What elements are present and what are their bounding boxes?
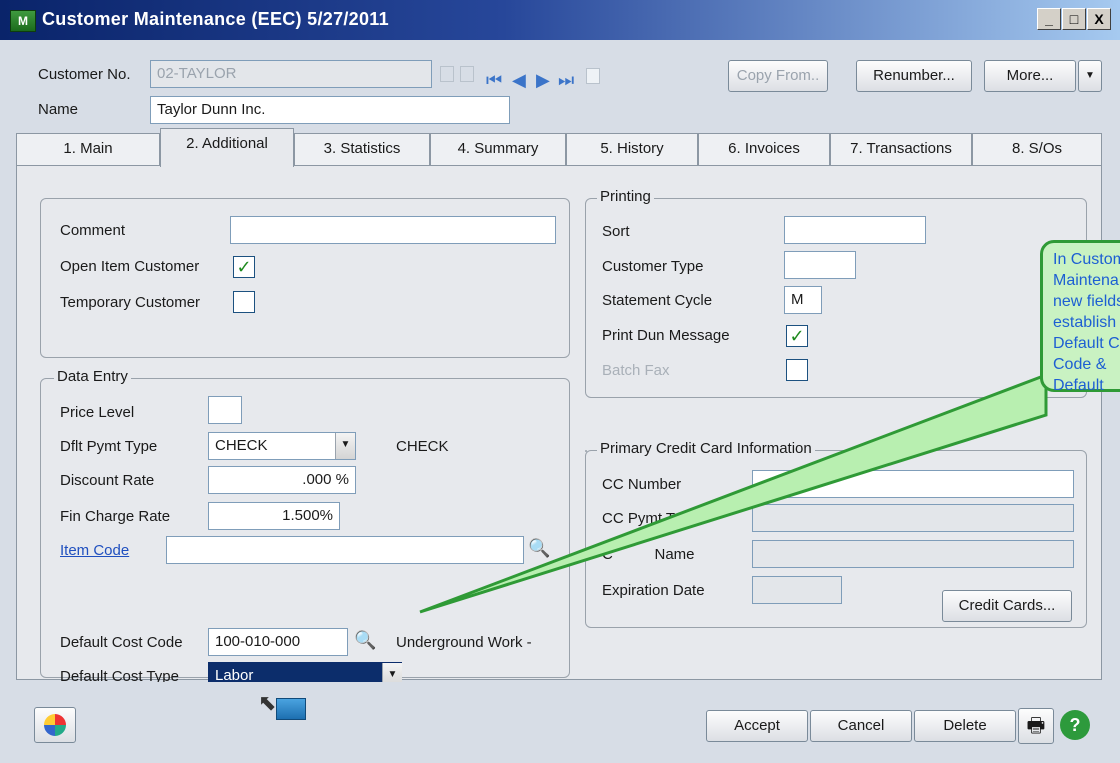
delete-button[interactable]: Delete — [914, 710, 1016, 742]
globe-icon — [44, 714, 66, 736]
callout-pointer — [419, 372, 1048, 614]
callout-text: In Customer Maintenance new fields estab… — [1053, 251, 1120, 394]
help-tools-button[interactable] — [34, 707, 76, 743]
print-icon[interactable]: 🖶 — [1018, 708, 1054, 744]
callout-pointer-shape — [419, 372, 1048, 614]
cancel-button[interactable]: Cancel — [810, 710, 912, 742]
accept-button[interactable]: Accept — [706, 710, 808, 742]
help-icon[interactable]: ? — [1060, 710, 1090, 740]
tab-additional[interactable]: 2. Additional — [160, 128, 294, 167]
mouse-cursor-icon: ⬉ — [258, 690, 277, 715]
network-icon — [276, 698, 306, 720]
callout-note: In Customer Maintenance new fields estab… — [1040, 240, 1120, 394]
